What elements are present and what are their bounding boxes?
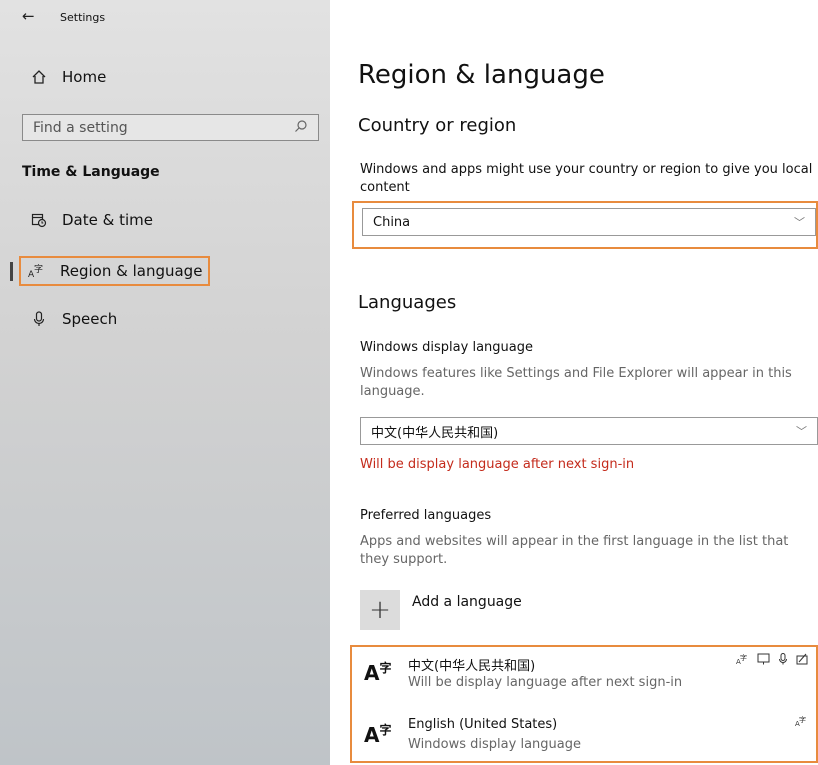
language-features: A字: [795, 715, 808, 730]
title-bar: ← Settings: [0, 0, 330, 36]
add-language-button[interactable]: +: [360, 590, 400, 630]
language-icon: A字: [364, 661, 392, 685]
back-arrow-icon[interactable]: ←: [22, 7, 35, 25]
chevron-down-icon: ﹀: [796, 425, 807, 438]
svg-text:字: 字: [740, 653, 747, 662]
language-features: A字: [736, 653, 808, 668]
sidebar-item-date-time[interactable]: Date & time: [28, 207, 153, 233]
preferred-languages-label: Preferred languages: [360, 508, 492, 523]
country-highlight-box: [352, 201, 818, 249]
home-label: Home: [62, 68, 107, 86]
language-pack-icon: A字: [795, 715, 808, 730]
sidebar-item-label: Region & language: [60, 262, 203, 280]
selection-indicator: [10, 262, 13, 281]
list-item[interactable]: A字 中文(中华人民共和国) Will be display language …: [352, 647, 816, 703]
display-language-select[interactable]: 中文(中华人民共和国) ﹀: [360, 417, 818, 445]
display-language-icon: [757, 653, 770, 668]
sidebar-item-label: Date & time: [62, 211, 153, 229]
handwriting-icon: [796, 653, 808, 668]
home-icon: [28, 67, 50, 87]
sidebar-item-label: Speech: [62, 310, 118, 328]
svg-text:字: 字: [799, 715, 806, 724]
svg-text:字: 字: [34, 263, 43, 275]
display-language-selected-value: 中文(中华人民共和国): [371, 425, 499, 441]
home-nav-item[interactable]: Home: [28, 64, 106, 90]
preferred-languages-description: Apps and websites will appear in the fir…: [360, 534, 789, 567]
sidebar: ← Settings Home Find a setting Time & La…: [0, 0, 330, 765]
country-heading: Country or region: [358, 115, 517, 136]
list-item[interactable]: A字 English (United States) Windows displ…: [352, 709, 816, 765]
microphone-icon: [28, 309, 50, 329]
sidebar-item-region-language[interactable]: A字 Region & language: [19, 256, 211, 286]
display-language-label: Windows display language: [360, 340, 533, 355]
language-icon: A字: [26, 261, 48, 281]
language-icon: A字: [364, 723, 392, 747]
sidebar-item-speech[interactable]: Speech: [28, 306, 117, 332]
search-placeholder: Find a setting: [33, 119, 128, 136]
calendar-clock-icon: [28, 210, 50, 230]
country-description: Windows and apps might use your country …: [360, 162, 813, 195]
app-title: Settings: [60, 11, 106, 24]
page-title: Region & language: [358, 60, 605, 90]
language-name: 中文(中华人民共和国): [408, 659, 536, 674]
search-input[interactable]: Find a setting: [22, 114, 319, 141]
main-content: Region & language Country or region Wind…: [330, 0, 818, 765]
display-language-note: Will be display language after next sign…: [360, 457, 635, 472]
language-name: English (United States): [408, 717, 558, 732]
language-subtitle: Windows display language: [408, 737, 581, 752]
plus-icon: +: [369, 595, 391, 625]
microphone-icon: [778, 653, 788, 668]
display-language-description: Windows features like Settings and File …: [360, 366, 792, 399]
language-subtitle: Will be display language after next sign…: [408, 675, 683, 690]
preferred-language-list: A字 中文(中华人民共和国) Will be display language …: [350, 645, 818, 763]
search-icon[interactable]: [294, 119, 308, 137]
languages-heading: Languages: [358, 292, 457, 313]
add-language-label[interactable]: Add a language: [412, 594, 522, 610]
language-pack-icon: A字: [736, 653, 749, 668]
section-title: Time & Language: [22, 164, 160, 180]
